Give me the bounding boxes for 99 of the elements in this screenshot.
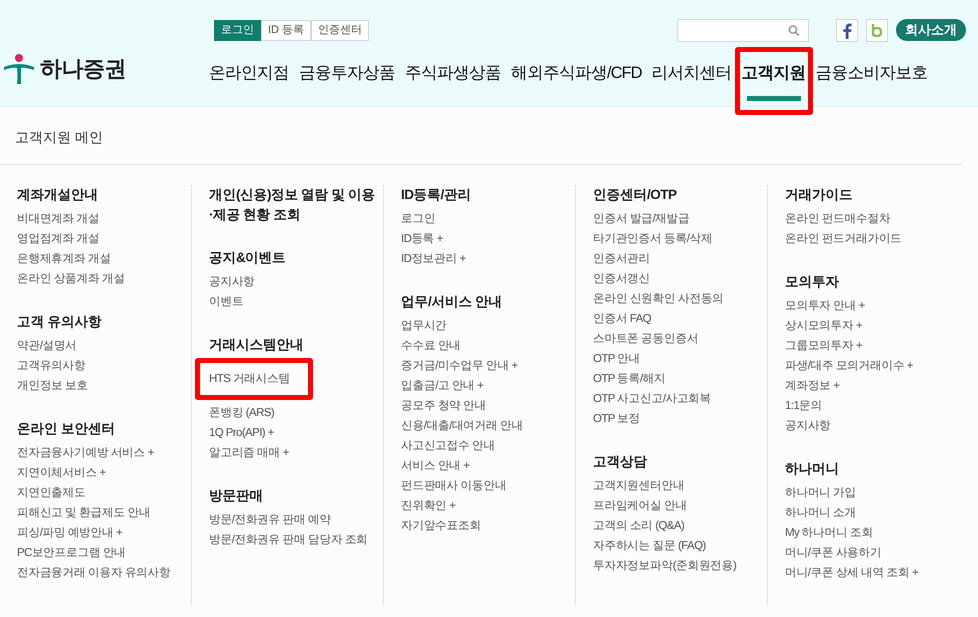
menu-link[interactable]: 업무시간 <box>401 316 447 336</box>
menu-link[interactable]: 전자금융사기예방 서비스 + <box>17 443 154 463</box>
nav-item[interactable]: 금융소비자보호 <box>816 58 928 88</box>
menu-link[interactable]: 1Q Pro(API) + <box>209 423 274 443</box>
menu-link[interactable]: 그룹모의투자 + <box>785 336 862 356</box>
menu-link[interactable]: 고객유의사항 <box>17 356 86 376</box>
menu-link[interactable]: 피싱/파밍 예방안내 + <box>17 523 122 543</box>
menu-link[interactable]: 온라인 신원확인 사전동의 <box>593 289 724 309</box>
nav-item[interactable]: 해외주식파생/CFD <box>511 58 642 88</box>
menu-link[interactable]: 머니/쿠폰 상세 내역 조회 + <box>785 563 918 583</box>
menu-link[interactable]: 온라인 펀드거래가이드 <box>785 229 902 249</box>
menu-link[interactable]: 인증서관리 <box>593 249 650 269</box>
menu-link[interactable]: OTP 안내 <box>593 349 640 369</box>
menu-link[interactable]: 프라임케어실 안내 <box>593 496 687 516</box>
section-heading: 인증센터/OTP <box>593 186 678 204</box>
menu-link[interactable]: 인증서갱신 <box>593 269 650 289</box>
menu-link[interactable]: 타기관인증서 등록/삭제 <box>593 229 712 249</box>
menu-link[interactable]: 온라인 펀드매수절차 <box>785 209 890 229</box>
menu-link[interactable]: 머니/쿠폰 사용하기 <box>785 543 882 563</box>
menu-link[interactable]: 진위확인 + <box>401 496 456 516</box>
top-link[interactable]: 로그인 <box>214 20 261 41</box>
section-heading: 고객 유의사항 <box>17 313 102 331</box>
menu-link[interactable]: 비대면계좌 개설 <box>17 209 100 229</box>
menu-link[interactable]: 입출금/고 안내 + <box>401 376 484 396</box>
section-heading: 모의투자 <box>785 273 840 291</box>
section-heading: 방문판매 <box>209 487 264 505</box>
menu-link[interactable]: 고객지원센터안내 <box>593 476 684 496</box>
menu-link[interactable]: 로그인 <box>401 209 436 229</box>
menu-link[interactable]: 은행제휴계좌 개설 <box>17 249 111 269</box>
menu-link[interactable]: ID등록 + <box>401 229 443 249</box>
menu-link[interactable]: 약관/설명서 <box>17 336 77 356</box>
menu-link[interactable]: 방문/전화권유 판매 예약 <box>209 510 331 530</box>
logo-text[interactable]: 하나증권 <box>40 52 126 85</box>
menu-link[interactable]: 모의투자 안내 + <box>785 296 865 316</box>
nav-item[interactable]: 온라인지점 <box>209 58 289 88</box>
menu-link[interactable]: 파생/대주 모의거래이수 + <box>785 356 913 376</box>
top-link[interactable]: 인증센터 <box>311 20 370 41</box>
menu-link[interactable]: 온라인 상품계좌 개설 <box>17 269 125 289</box>
menu-link[interactable]: 인증서 발급/재발급 <box>593 209 690 229</box>
blog-icon[interactable] <box>866 19 888 42</box>
top-link[interactable]: ID 등록 <box>261 20 312 41</box>
nav-item[interactable]: 주식파생상품 <box>405 58 501 88</box>
section-heading: 온라인 보안센터 <box>17 420 116 438</box>
selected-underline <box>746 96 800 101</box>
facebook-icon[interactable] <box>836 19 858 42</box>
menu-link[interactable]: 공지사항 <box>209 272 255 292</box>
section-heading: ID등록/관리 <box>401 186 472 204</box>
menu-link[interactable]: ID정보관리 + <box>401 249 466 269</box>
nav-item[interactable]: 고객지원 <box>742 58 806 88</box>
menu-link[interactable]: 1:1문의 <box>785 396 822 416</box>
menu-link[interactable]: 스마트폰 공동인증서 <box>593 329 698 349</box>
menu-link[interactable]: 이벤트 <box>209 292 244 312</box>
menu-link[interactable]: 하나머니 가입 <box>785 483 856 503</box>
page-title: 고객지원 메인 <box>15 128 103 147</box>
menu-link[interactable]: 서비스 안내 + <box>401 456 470 476</box>
menu-link[interactable]: OTP 사고신고/사고회복 <box>593 389 712 409</box>
menu-link[interactable]: 전자금융거래 이용자 유의사항 <box>17 563 170 583</box>
section-heading: 공지&이벤트 <box>209 249 287 267</box>
search-field[interactable] <box>677 19 809 42</box>
section-heading: 거래시스템안내 <box>209 336 304 354</box>
company-button[interactable]: 회사소개 <box>896 19 966 41</box>
menu-link[interactable]: OTP 보정 <box>593 409 640 429</box>
menu-link[interactable]: 자기앞수표조회 <box>401 516 481 536</box>
menu-link[interactable]: 영업점계좌 개설 <box>17 229 100 249</box>
menu-link[interactable]: My 하나머니 조회 <box>785 523 873 543</box>
menu-link[interactable]: 펀드판매사 이동안내 <box>401 476 506 496</box>
menu-link[interactable]: 인증서 FAQ <box>593 309 652 329</box>
menu-link[interactable]: 방문/전화권유 판매 담당자 조회 <box>209 530 368 550</box>
logo-icon <box>2 52 36 84</box>
menu-link[interactable]: 지연인출제도 <box>17 483 86 503</box>
section-heading: 하나머니 <box>785 460 840 478</box>
menu-link[interactable]: 알고리즘 매매 + <box>209 443 289 463</box>
section-heading: 고객상담 <box>593 453 648 471</box>
menu-link[interactable]: 신용/대출/대여거래 안내 <box>401 416 523 436</box>
menu-link[interactable]: 폰뱅킹 (ARS) <box>209 403 274 423</box>
menu-link[interactable]: 공지사항 <box>785 416 831 436</box>
menu-link[interactable]: OTP 등록/해지 <box>593 369 666 389</box>
section-heading: 계좌개설안내 <box>17 186 99 204</box>
menu-link[interactable]: 지연이체서비스 + <box>17 463 106 483</box>
section-heading: 개인(신용)정보 열람 및 이용·제공 현황 조회 <box>209 186 376 224</box>
menu-link[interactable]: 투자자정보파악(준회원전용) <box>593 556 736 576</box>
menu-link[interactable]: 사고신고접수 안내 <box>401 436 495 456</box>
nav-item[interactable]: 리서치센터 <box>652 58 732 88</box>
search-icon[interactable] <box>788 24 800 37</box>
menu-link[interactable]: PC보안프로그램 안내 <box>17 543 126 563</box>
section-heading: 거래가이드 <box>785 186 854 204</box>
menu-link[interactable]: 고객의 소리 (Q&A) <box>593 516 684 536</box>
section-heading: 업무/서비스 안내 <box>401 293 504 311</box>
menu-link[interactable]: 증거금/미수업무 안내 + <box>401 356 518 376</box>
menu-link[interactable]: 개인정보 보호 <box>17 376 88 396</box>
nav-item[interactable]: 금융투자상품 <box>299 58 395 88</box>
menu-link[interactable]: HTS 거래시스템 <box>209 369 290 389</box>
menu-link[interactable]: 수수료 안내 <box>401 336 461 356</box>
menu-link[interactable]: 자주하시는 질문 (FAQ) <box>593 536 706 556</box>
menu-link[interactable]: 상시모의투자 + <box>785 316 862 336</box>
menu-link[interactable]: 공모주 청약 안내 <box>401 396 486 416</box>
menu-link[interactable]: 하나머니 소개 <box>785 503 856 523</box>
menu-link[interactable]: 계좌정보 + <box>785 376 840 396</box>
menu-link[interactable]: 피해신고 및 환급제도 안내 <box>17 503 150 523</box>
